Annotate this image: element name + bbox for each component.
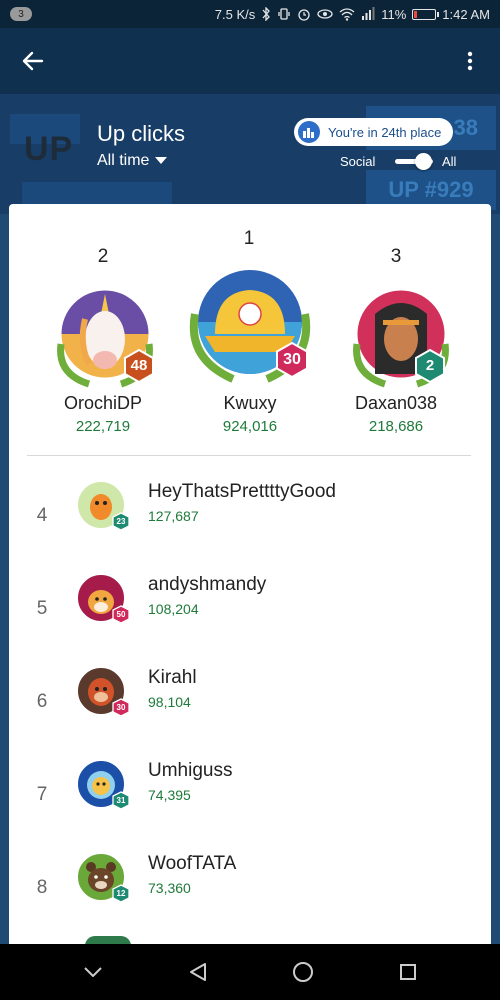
- social-all-toggle[interactable]: [395, 153, 435, 170]
- system-nav-bar: [0, 944, 500, 1000]
- leaderboard-row[interactable]: 8 12 WoofTATA 73,360: [9, 851, 491, 944]
- alarm-icon: [298, 9, 310, 21]
- level-number: 30: [116, 703, 126, 712]
- divider: [27, 455, 471, 456]
- player-name: WoofTATA: [148, 853, 237, 874]
- app-bar: [0, 28, 500, 94]
- nav-collapse-button[interactable]: [73, 952, 113, 992]
- clock: 1:42 AM: [442, 6, 490, 22]
- leaderboard-row[interactable]: 7 31 Umhiguss 74,395: [9, 758, 491, 851]
- time-filter-dropdown[interactable]: All time: [97, 152, 168, 170]
- network-speed: 7.5 K/s: [214, 6, 256, 22]
- wifi-icon: [339, 8, 355, 21]
- level-badge: 30: [275, 341, 309, 379]
- bluetooth-icon: [262, 7, 271, 21]
- square-recents-icon: [399, 964, 416, 980]
- place-text: You're in 24th place: [328, 124, 442, 140]
- leaderboard-row[interactable]: 4 23 HeyThatsPrettttyGood 127,687: [9, 479, 491, 572]
- podium-name: OrochiDP: [63, 393, 143, 413]
- side-strip-right: [491, 214, 500, 944]
- level-badge: 23: [112, 512, 130, 536]
- arrow-left-icon: [22, 51, 44, 71]
- current-place-chip[interactable]: You're in 24th place: [294, 118, 454, 146]
- player-score: 73,360: [148, 880, 191, 896]
- row-rank: 4: [36, 505, 48, 526]
- level-number: 48: [130, 357, 148, 374]
- leaderboard-row[interactable]: 5 50 andyshmandy 108,204: [9, 572, 491, 665]
- notification-count-badge: 3: [10, 7, 32, 21]
- status-bar: 3 7.5 K/s 11% 1:42 AM: [0, 0, 500, 28]
- next-row-avatar-partial: [85, 936, 131, 944]
- up-logo: UP: [24, 130, 74, 168]
- toggle-all-label: All: [442, 154, 457, 169]
- toggle-knob: [415, 153, 432, 170]
- podium-score: 218,686: [368, 418, 424, 435]
- caret-down-icon: [155, 157, 168, 164]
- battery-icon: [412, 8, 440, 20]
- nav-home-button[interactable]: [283, 952, 323, 992]
- row-rank: 6: [36, 691, 48, 712]
- podium-name: Daxan038: [354, 393, 438, 413]
- toggle-social-label: Social: [340, 154, 376, 169]
- city-icon: [298, 121, 320, 143]
- podium-score: 222,719: [75, 418, 131, 435]
- nav-recents-button[interactable]: [388, 952, 428, 992]
- more-vertical-icon: [467, 51, 473, 71]
- vibrate-icon: [278, 8, 290, 20]
- more-options-button[interactable]: [458, 46, 482, 76]
- side-strip-left: [0, 214, 9, 944]
- page-title: Up clicks: [97, 121, 186, 146]
- podium-rank: 1: [243, 228, 255, 249]
- level-badge: 12: [112, 884, 130, 908]
- player-score: 108,204: [148, 601, 199, 617]
- leaderboard-header: 38 UP #929 UP Up clicks All time You're …: [0, 94, 500, 214]
- level-badge: 50: [112, 605, 130, 629]
- level-number: 30: [283, 351, 301, 368]
- podium-name: Kwuxy: [223, 393, 277, 413]
- level-number: 23: [116, 517, 126, 526]
- row-rank: 7: [36, 784, 48, 805]
- level-badge: 31: [112, 791, 130, 815]
- back-button[interactable]: [18, 46, 48, 76]
- player-score: 74,395: [148, 787, 191, 803]
- player-name: HeyThatsPrettttyGood: [148, 481, 336, 502]
- level-badge: 30: [112, 698, 130, 722]
- level-number: 50: [116, 610, 126, 619]
- player-name: Umhiguss: [148, 760, 233, 781]
- time-filter-label: All time: [97, 152, 150, 169]
- level-badge: 2: [414, 348, 446, 384]
- nav-back-button[interactable]: [178, 952, 218, 992]
- row-rank: 5: [36, 598, 48, 619]
- level-number: 31: [116, 796, 126, 805]
- level-badge: 48: [123, 348, 155, 384]
- player-score: 127,687: [148, 508, 199, 524]
- podium-rank: 2: [97, 246, 109, 267]
- player-score: 98,104: [148, 694, 191, 710]
- player-name: Kirahl: [148, 667, 197, 688]
- player-name: andyshmandy: [148, 574, 267, 595]
- status-icons: 7.5 K/s 11% 1:42 AM: [215, 7, 490, 22]
- signal-icon: [362, 7, 375, 20]
- chevron-down-icon: [83, 967, 102, 977]
- leaderboard-card: 2 1 3 48 30 2 OrochiDP 222,719 Kwuxy 924…: [9, 204, 491, 944]
- level-number: 2: [425, 357, 435, 374]
- podium-score: 924,016: [222, 418, 278, 435]
- battery-percent: 11%: [381, 6, 407, 22]
- level-number: 12: [116, 889, 126, 898]
- triangle-back-icon: [189, 963, 206, 981]
- circle-home-icon: [292, 962, 313, 982]
- row-rank: 8: [36, 877, 48, 898]
- eye-icon: [317, 9, 333, 19]
- podium-rank: 3: [390, 246, 402, 267]
- leaderboard-row[interactable]: 6 30 Kirahl 98,104: [9, 665, 491, 758]
